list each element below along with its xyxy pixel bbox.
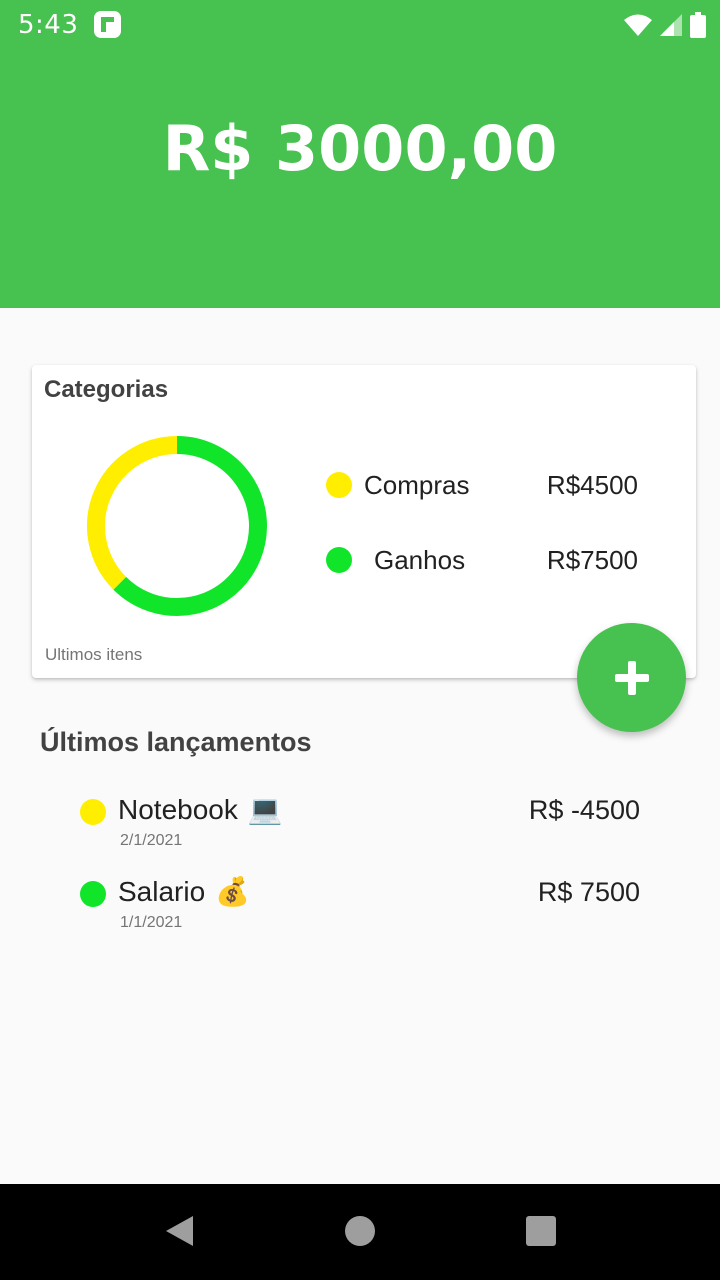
list-item[interactable]: Notebook 💻 2/1/2021 R$ -4500 xyxy=(80,793,640,853)
recents-icon[interactable] xyxy=(526,1214,556,1248)
wifi-icon xyxy=(624,14,652,36)
section-title: Últimos lançamentos xyxy=(40,727,312,757)
item-name: Notebook xyxy=(118,793,238,825)
category-donut-chart xyxy=(87,436,267,616)
categories-card: Categorias Compras R$4500 Ganhos R$7500 … xyxy=(32,365,696,678)
item-amount: R$ -4500 xyxy=(528,795,640,825)
legend-item-compras: Compras R$4500 xyxy=(326,465,646,505)
legend-label: Compras xyxy=(364,470,470,500)
back-icon[interactable] xyxy=(163,1214,195,1248)
category-dot xyxy=(80,881,106,907)
header-banner: 5:43 R$ 3000,00 xyxy=(0,0,720,308)
app-notification-icon xyxy=(94,11,121,38)
legend-value: R$4500 xyxy=(546,470,638,500)
donut-slice-ganhos xyxy=(113,436,267,616)
status-time: 5:43 xyxy=(18,10,79,40)
status-icons xyxy=(624,12,706,38)
item-amount: R$ 7500 xyxy=(537,877,640,907)
card-footer-text: Ultimos itens xyxy=(45,645,143,664)
laptop-icon: 💻 xyxy=(247,794,283,825)
card-title: Categorias xyxy=(44,376,169,403)
list-item[interactable]: Salario 💰 1/1/2021 R$ 7500 xyxy=(80,875,640,935)
status-bar: 5:43 xyxy=(0,0,720,50)
plus-icon xyxy=(614,660,649,695)
legend-dot xyxy=(326,472,352,498)
legend-value: R$7500 xyxy=(546,545,638,575)
add-entry-button[interactable] xyxy=(577,623,686,732)
system-nav-bar xyxy=(0,1184,720,1280)
home-icon[interactable] xyxy=(345,1214,375,1248)
legend-item-ganhos: Ganhos R$7500 xyxy=(326,540,646,580)
item-name-row: Salario 💰 xyxy=(118,875,250,908)
donut-slice-compras xyxy=(87,436,178,590)
legend-label: Ganhos xyxy=(374,545,466,575)
cellular-signal-icon xyxy=(660,14,682,36)
money-bag-icon: 💰 xyxy=(215,876,251,907)
category-dot xyxy=(80,799,106,825)
item-name-row: Notebook 💻 xyxy=(118,793,283,826)
item-date: 1/1/2021 xyxy=(120,914,183,931)
item-date: 2/1/2021 xyxy=(120,832,183,849)
balance-amount: R$ 3000,00 xyxy=(162,112,558,185)
legend-dot xyxy=(326,547,352,573)
item-name: Salario xyxy=(118,875,206,907)
battery-icon xyxy=(690,12,706,38)
